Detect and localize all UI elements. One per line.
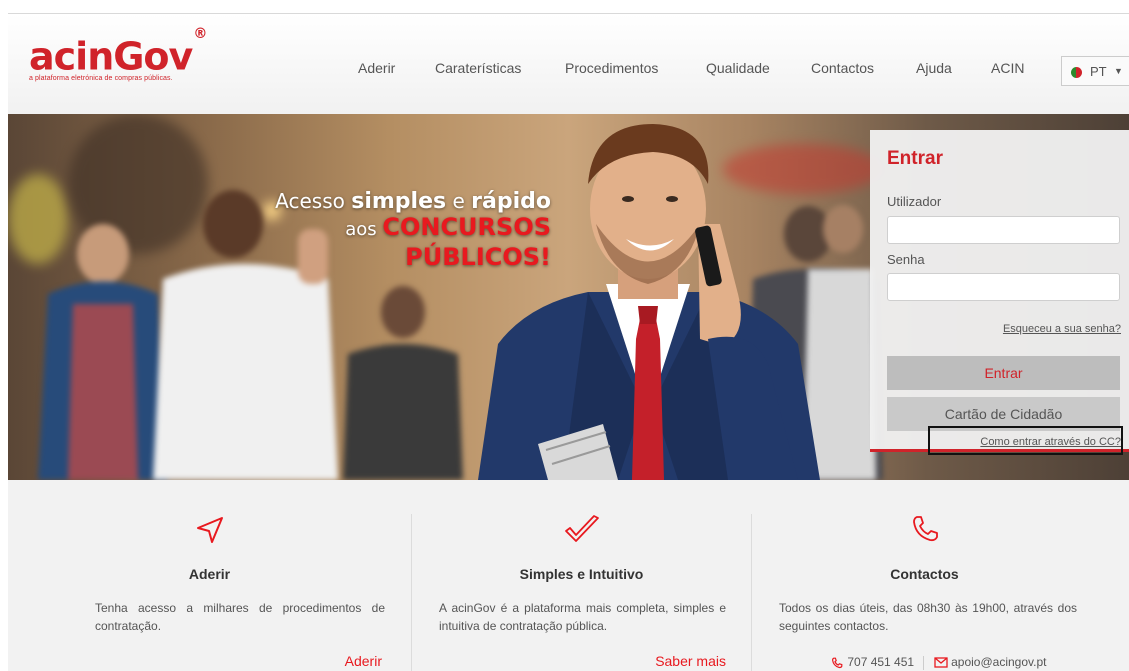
citizen-card-help-link[interactable]: Como entrar através do CC? <box>980 436 1121 448</box>
aderir-link[interactable]: Aderir <box>345 653 382 669</box>
forgot-password-link[interactable]: Esqueceu a sua senha? <box>1003 323 1121 335</box>
paper-plane-icon <box>196 517 223 543</box>
feature-description: A acinGov é a plataforma mais completa, … <box>439 601 726 633</box>
tagline-text: Acesso <box>275 189 352 213</box>
checkmark-icon <box>564 515 599 542</box>
feature-aderir: Aderir Tenha acesso a milhares de proced… <box>8 480 411 671</box>
nav-item-acin[interactable]: ACIN <box>991 60 1024 76</box>
nav-item-qualidade[interactable]: Qualidade <box>706 60 770 76</box>
caret-down-icon: ▼ <box>1114 66 1123 76</box>
feature-title: Simples e Intuitivo <box>519 566 644 582</box>
login-title: Entrar <box>887 148 943 169</box>
password-label: Senha <box>887 252 925 267</box>
feature-title: Contactos <box>890 566 959 582</box>
hero-banner: Acesso simples e rápido aos CONCURSOS PÚ… <box>8 114 1129 480</box>
feature-title: Aderir <box>188 566 231 582</box>
registered-mark: ® <box>193 26 207 42</box>
saber-mais-link[interactable]: Saber mais <box>655 653 726 669</box>
separator <box>923 655 925 670</box>
email-address[interactable]: apoio@acingov.pt <box>951 655 1046 669</box>
nav-item-contactos[interactable]: Contactos <box>811 60 874 76</box>
login-submit-button[interactable]: Entrar <box>887 356 1120 390</box>
feature-contactos: Contactos Todos os dias úteis, das 08h30… <box>752 480 1097 671</box>
login-panel: Entrar Utilizador Senha Esqueceu a sua s… <box>870 130 1129 455</box>
nav-item-procedimentos[interactable]: Procedimentos <box>565 60 658 76</box>
language-label: PT <box>1090 64 1107 79</box>
logo[interactable]: acinGov® a plataforma eletrónica de comp… <box>29 26 207 82</box>
username-label: Utilizador <box>887 194 942 209</box>
feature-description: Tenha acesso a milhares de procedimentos… <box>95 601 385 633</box>
nav-item-carateristicas[interactable]: Caraterísticas <box>435 60 521 76</box>
site-header: acinGov® a plataforma eletrónica de comp… <box>8 13 1129 114</box>
username-input[interactable] <box>887 216 1120 244</box>
phone-icon <box>831 657 843 668</box>
feature-simples-intuitivo: Simples e Intuitivo A acinGov é a plataf… <box>412 480 751 671</box>
portugal-flag-icon <box>1071 67 1082 78</box>
contact-details: 707 451 451 apoio@acingov.pt <box>830 655 1046 670</box>
logo-wordmark: acinGov <box>29 34 193 79</box>
password-input[interactable] <box>887 273 1120 301</box>
language-selector[interactable]: PT ▼ <box>1061 56 1129 86</box>
tagline-text: aos <box>345 219 383 240</box>
nav-item-ajuda[interactable]: Ajuda <box>916 60 952 76</box>
background-person <box>343 286 463 480</box>
nav-item-aderir[interactable]: Aderir <box>358 60 395 76</box>
feature-description: Todos os dias úteis, das 08h30 às 19h00,… <box>779 601 1077 633</box>
phone-number[interactable]: 707 451 451 <box>847 655 914 669</box>
tagline-emphasis: simples <box>351 189 447 214</box>
envelope-icon <box>934 657 948 668</box>
features-section: Aderir Tenha acesso a milhares de proced… <box>8 480 1129 671</box>
phone-icon <box>912 516 938 542</box>
businessman-photo <box>478 124 820 480</box>
